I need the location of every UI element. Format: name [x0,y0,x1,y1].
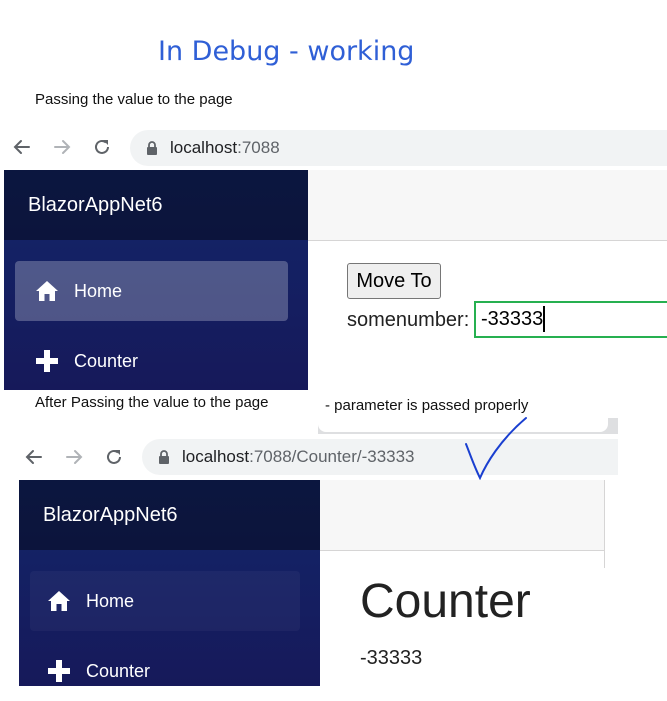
browser-toolbar-1: localhost:7088 [0,126,667,170]
move-to-button[interactable]: Move To [347,263,441,299]
checkmark-annotation [465,417,527,481]
lock-icon [146,141,158,155]
plus-icon [34,348,60,374]
screenshot-heading: In Debug - working [158,36,415,67]
home-icon [34,278,60,304]
counter-value: -33333 [360,647,423,669]
address-bar[interactable]: localhost:7088 [130,130,667,166]
caption-note: - parameter is passed properly [325,397,529,414]
app-top-row [308,170,667,241]
nav-item-label: Counter [74,350,139,371]
url-host: localhost [182,447,250,466]
caption-after: After Passing the value to the page [35,394,269,411]
sidebar: BlazorAppNet6 Home Counter [19,480,320,686]
brand-name[interactable]: BlazorAppNet6 [43,504,178,527]
plus-icon [46,658,72,684]
reload-icon[interactable] [91,136,113,158]
url-path: :7088 [237,138,280,157]
nav-item-counter[interactable]: Counter [15,331,288,391]
home-icon [46,588,72,614]
forward-icon[interactable] [51,136,73,158]
brand-bar: BlazorAppNet6 [4,170,308,240]
caption-before: Passing the value to the page [35,91,233,108]
page-title: Counter [360,575,531,628]
nav-item-counter[interactable]: Counter [30,641,300,701]
back-icon[interactable] [23,446,45,468]
nav-item-label: Home [86,590,135,611]
nav-item-label: Home [74,280,123,301]
somenumber-label: somenumber: [347,309,470,331]
nav-item-home[interactable]: Home [15,261,288,321]
back-icon[interactable] [11,136,33,158]
text-caret [543,306,545,332]
nav-item-label: Counter [86,660,151,681]
sidebar: BlazorAppNet6 Home Counter [4,170,308,390]
app-top-row [320,480,604,551]
address-bar[interactable]: localhost:7088/Counter/-33333 [142,439,618,475]
window-edge [604,480,619,568]
brand-bar: BlazorAppNet6 [19,480,320,550]
url-path: :7088/Counter/-33333 [249,447,415,466]
lock-icon [158,450,170,464]
reload-icon[interactable] [103,446,125,468]
forward-icon[interactable] [63,446,85,468]
nav-item-home[interactable]: Home [30,571,300,631]
url-host: localhost [170,138,238,157]
brand-name[interactable]: BlazorAppNet6 [28,194,163,217]
somenumber-input[interactable] [474,301,667,338]
